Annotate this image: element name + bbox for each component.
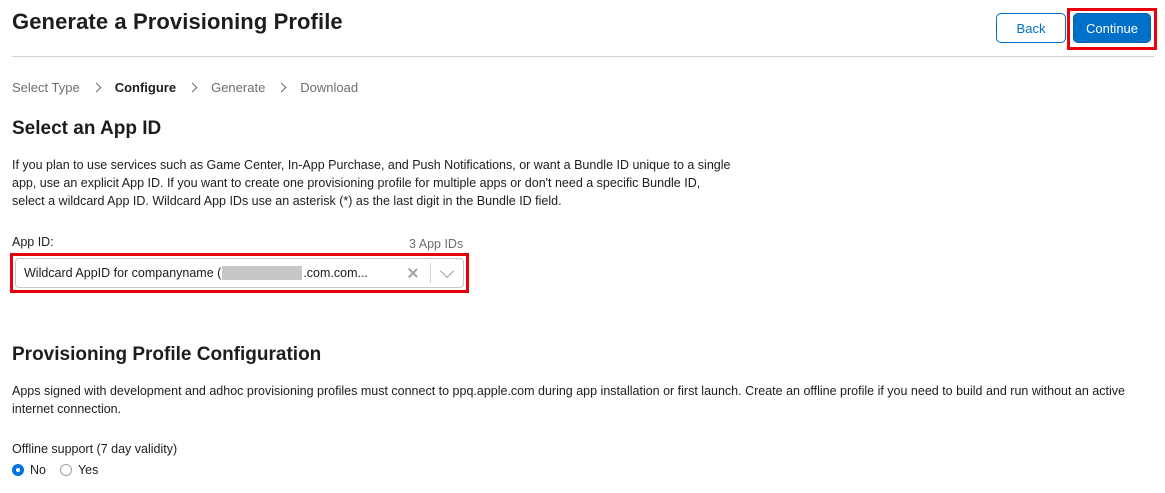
- chevron-down-icon[interactable]: [439, 263, 455, 279]
- radio-option-yes[interactable]: Yes: [59, 463, 99, 477]
- chevron-right-icon: [276, 82, 287, 93]
- back-button[interactable]: Back: [996, 13, 1066, 43]
- config-description: Apps signed with development and adhoc p…: [12, 384, 1125, 416]
- breadcrumb: Select Type Configure Generate Download: [12, 80, 358, 95]
- chevron-right-icon: [91, 82, 102, 93]
- app-id-label: App ID:: [12, 235, 54, 249]
- radio-option-no[interactable]: No: [12, 463, 46, 477]
- offline-support-radio-group: No Yes: [12, 463, 112, 477]
- close-icon[interactable]: [405, 265, 421, 281]
- continue-button[interactable]: Continue: [1073, 13, 1151, 43]
- app-id-selected-prefix: Wildcard AppID for companyname (: [24, 266, 222, 280]
- breadcrumb-step-download: Download: [300, 80, 359, 95]
- chevron-right-icon: [187, 82, 198, 93]
- page-title: Generate a Provisioning Profile: [12, 9, 343, 34]
- app-id-description: If you plan to use services such as Game…: [12, 158, 731, 208]
- radio-label-no: No: [30, 463, 46, 477]
- app-id-selected-suffix: .com.com...: [303, 266, 368, 280]
- select-divider: [430, 263, 431, 283]
- app-id-selected-value: Wildcard AppID for companyname ( .com.co…: [16, 266, 368, 280]
- radio-label-yes: Yes: [77, 463, 99, 477]
- radio-button-yes[interactable]: [59, 464, 72, 476]
- breadcrumb-step-select-type: Select Type: [12, 80, 80, 95]
- header-divider: [12, 56, 1154, 57]
- app-id-select[interactable]: Wildcard AppID for companyname ( .com.co…: [15, 258, 464, 288]
- app-id-count: 3 App IDs: [409, 237, 464, 251]
- app-id-section-title: Select an App ID: [12, 118, 162, 139]
- radio-button-no[interactable]: [12, 464, 24, 476]
- redacted-block: [222, 266, 303, 280]
- offline-support-label: Offline support (7 day validity): [12, 442, 178, 456]
- config-section-title: Provisioning Profile Configuration: [12, 344, 322, 365]
- breadcrumb-step-configure: Configure: [114, 80, 177, 95]
- breadcrumb-step-generate: Generate: [211, 80, 266, 95]
